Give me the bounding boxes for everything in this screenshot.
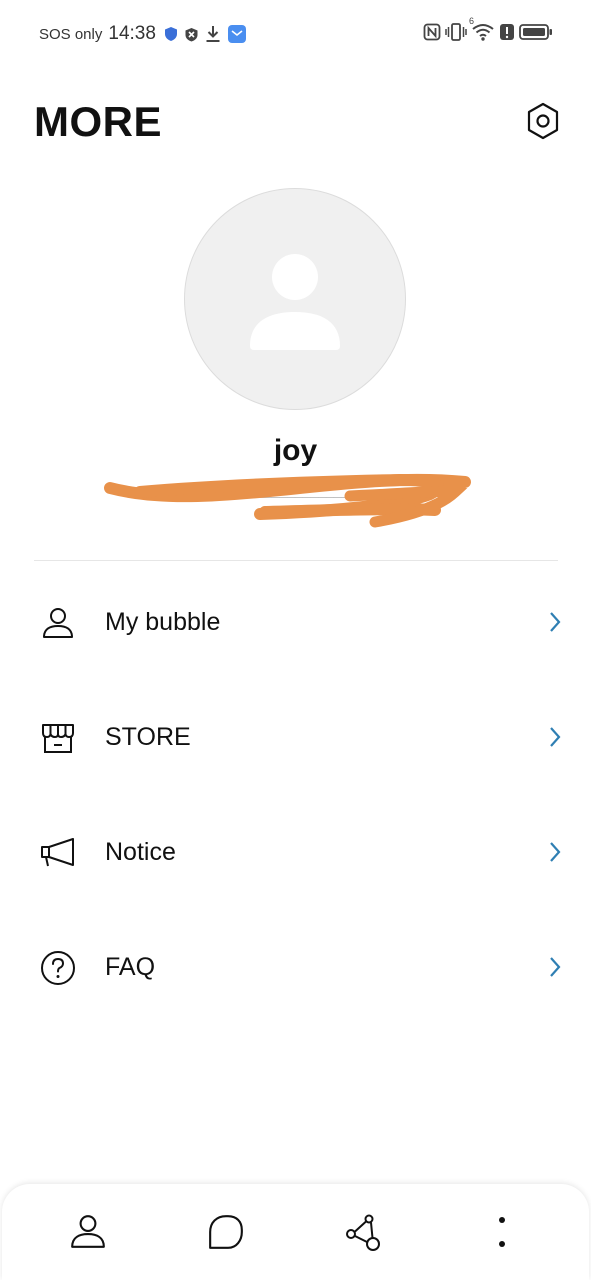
menu-item-notice[interactable]: Notice	[0, 807, 591, 897]
person-icon	[38, 603, 78, 643]
avatar-placeholder-icon	[250, 254, 340, 350]
chevron-right-icon	[550, 957, 561, 977]
settings-icon	[527, 102, 559, 140]
blocked-icon	[184, 27, 199, 42]
nav-profile-button[interactable]	[66, 1210, 110, 1254]
menu-item-label: My bubble	[105, 608, 221, 636]
chevron-right-icon	[550, 612, 561, 632]
status-left: SOS only 14:38	[39, 20, 253, 48]
battery-icon	[519, 23, 553, 46]
profile-name: joy	[273, 434, 318, 467]
status-bar: SOS only 14:38 6	[0, 0, 591, 66]
menu-item-label: FAQ	[105, 953, 156, 981]
status-right: 6	[423, 16, 553, 47]
redaction-scribble	[104, 473, 471, 528]
nav-chat-button[interactable]	[204, 1210, 248, 1254]
menu-item-faq[interactable]: FAQ	[0, 922, 591, 1012]
nav-more-button[interactable]	[480, 1210, 524, 1254]
chevron-right-icon	[550, 842, 561, 862]
chevron-right-icon	[550, 727, 561, 747]
nav-share-button[interactable]	[342, 1210, 386, 1254]
vibrate-icon	[445, 22, 467, 47]
shield-icon	[164, 26, 178, 42]
menu-item-label: STORE	[105, 723, 191, 751]
wifi-icon: 6	[469, 16, 495, 47]
profile-icon	[71, 1215, 105, 1248]
more-icon	[499, 1217, 505, 1247]
menu-item-label: Notice	[105, 838, 176, 866]
question-icon	[38, 948, 78, 988]
nfc-icon	[423, 23, 441, 46]
divider	[34, 560, 558, 561]
store-icon	[38, 718, 78, 758]
clock: 14:38	[108, 23, 156, 44]
share-icon	[346, 1214, 380, 1251]
sos-indicator: SOS only	[39, 25, 103, 43]
bottom-nav	[2, 1184, 589, 1280]
avatar[interactable]	[184, 188, 406, 410]
page-title: MORE	[34, 98, 162, 145]
chat-icon	[209, 1215, 243, 1249]
alert-icon	[499, 23, 515, 46]
menu-item-my-bubble[interactable]: My bubble	[0, 577, 591, 667]
app-notification-icon	[227, 24, 247, 44]
download-icon	[205, 25, 221, 43]
settings-button[interactable]	[524, 101, 562, 141]
megaphone-icon	[38, 833, 78, 873]
menu-item-store[interactable]: STORE	[0, 692, 591, 782]
wifi-badge: 6	[469, 15, 475, 26]
